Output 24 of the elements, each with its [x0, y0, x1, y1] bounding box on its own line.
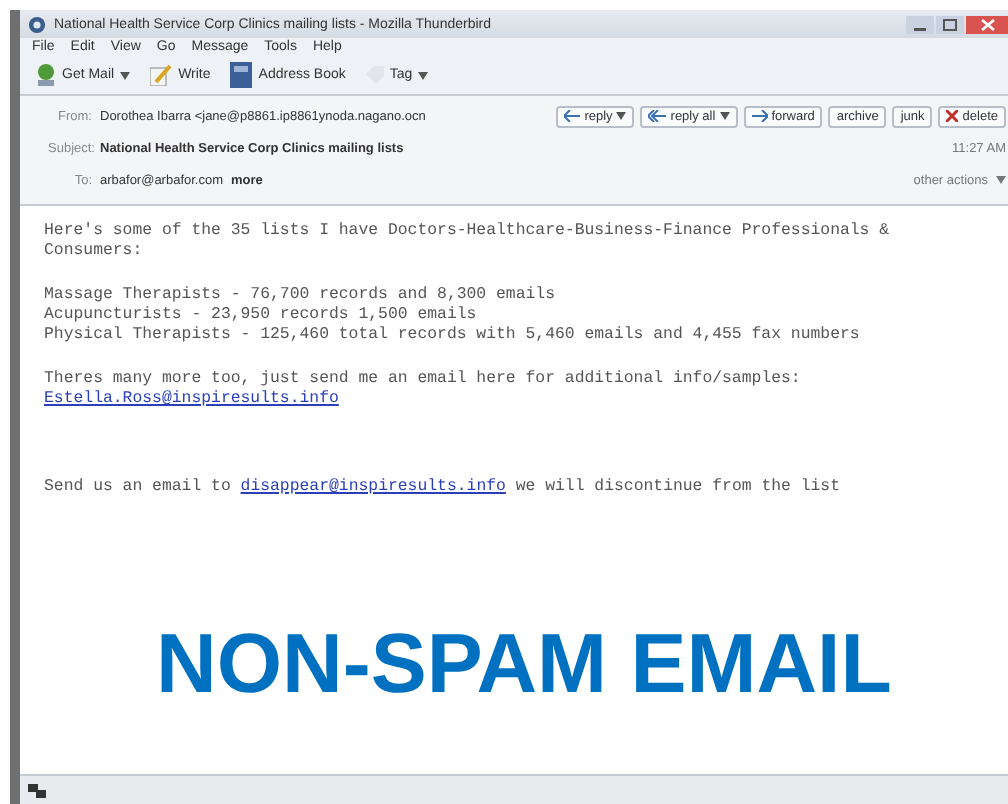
caption-text: NON-SPAM EMAIL [156, 616, 892, 712]
download-icon [36, 64, 56, 86]
body-text: Massage Therapists - 76,700 records and 8,300 emails [44, 286, 557, 306]
email-link[interactable]: Estella.Ross@inspiresults.info [44, 390, 339, 408]
body-text: Physical Therapists - 125,460 total records with 5,460 emails and 4,455 fax numbers [44, 326, 862, 346]
close-icon[interactable] [966, 15, 1008, 33]
body-text: Acupuncturists - 23,950 records 1,500 emails [44, 306, 479, 326]
body-text: Consumers: [44, 242, 145, 262]
minimize-icon[interactable] [906, 15, 934, 33]
body-text: we will discontinue from the list [513, 478, 841, 496]
app-icon [28, 15, 46, 33]
pencil-icon [150, 64, 173, 86]
book-icon [230, 62, 253, 88]
forward-arrow-icon [751, 110, 768, 122]
caret-icon [996, 176, 1006, 184]
body-text: Here's some of the 35 lists I have Doctors-Healthcare-Business-Finance Professionals & [44, 222, 892, 242]
delete-icon [946, 110, 959, 122]
body-text: Send us an email to [44, 478, 233, 496]
email-link[interactable]: disappear@inspiresults.info [240, 478, 506, 496]
connection-icon [28, 783, 46, 797]
maximize-icon[interactable] [936, 15, 964, 33]
reply-arrow-icon [564, 110, 581, 122]
body-text: Theres many more too, just send me an email here for additional info/samples: [44, 370, 803, 390]
reply-all-icon [648, 110, 667, 122]
